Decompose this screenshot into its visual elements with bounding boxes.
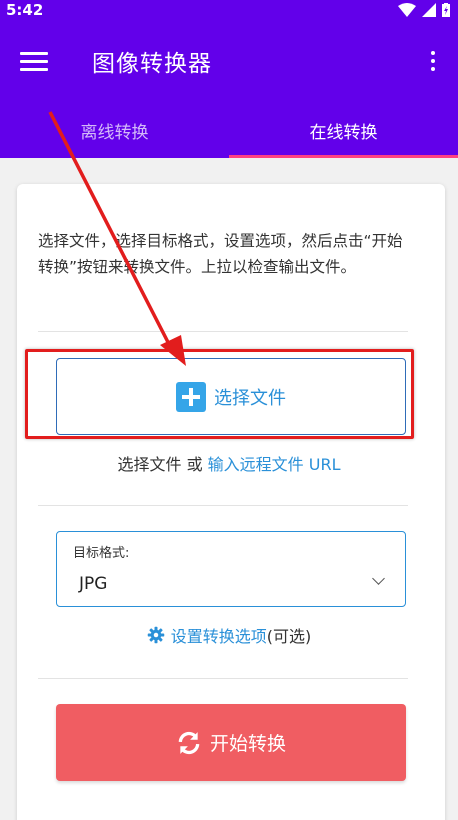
- tab-bar: 离线转换 在线转换: [0, 102, 458, 158]
- status-time: 5:42: [6, 1, 44, 19]
- wifi-icon: [398, 3, 416, 17]
- gear-icon: [147, 626, 164, 644]
- status-bar: 5:42: [0, 0, 458, 20]
- plus-icon: [176, 381, 206, 412]
- instructions-text: 选择文件，选择目标格式，设置选项，然后点击“开始转换”按钮来转换文件。上拉以检查…: [38, 232, 403, 276]
- target-format-select[interactable]: 目标格式: JPG: [56, 531, 406, 607]
- target-format-value: JPG: [79, 574, 108, 594]
- target-format-label: 目标格式:: [73, 546, 130, 561]
- refresh-icon: [178, 731, 200, 754]
- divider: [38, 331, 408, 332]
- set-options-link[interactable]: 设置转换选项: [171, 623, 267, 647]
- signal-icon: [422, 3, 436, 17]
- conversion-options-line: 设置转换选项 (可选): [0, 623, 458, 647]
- start-conversion-button[interactable]: 开始转换: [56, 704, 406, 781]
- app-bar: 图像转换器: [0, 20, 458, 102]
- select-file-button[interactable]: 选择文件: [56, 358, 406, 435]
- app-title: 图像转换器: [92, 51, 212, 77]
- more-vert-icon[interactable]: [428, 51, 438, 71]
- start-conversion-label: 开始转换: [209, 733, 286, 755]
- divider: [38, 505, 408, 506]
- tab-online-convert[interactable]: 在线转换: [229, 102, 458, 158]
- remote-url-line: 选择文件 或 输入远程文件 URL: [0, 451, 458, 475]
- status-icons: [398, 3, 450, 17]
- chevron-down-icon: [372, 572, 385, 585]
- battery-icon: [442, 3, 450, 17]
- select-file-label: 选择文件: [214, 387, 286, 409]
- optional-text: (可选): [266, 627, 312, 646]
- enter-remote-url-link[interactable]: 输入远程文件 URL: [208, 455, 341, 474]
- select-file-or-text: 选择文件 或: [117, 455, 208, 474]
- hamburger-menu-icon[interactable]: [20, 51, 48, 71]
- tab-offline-convert[interactable]: 离线转换: [0, 102, 229, 158]
- divider: [38, 678, 408, 679]
